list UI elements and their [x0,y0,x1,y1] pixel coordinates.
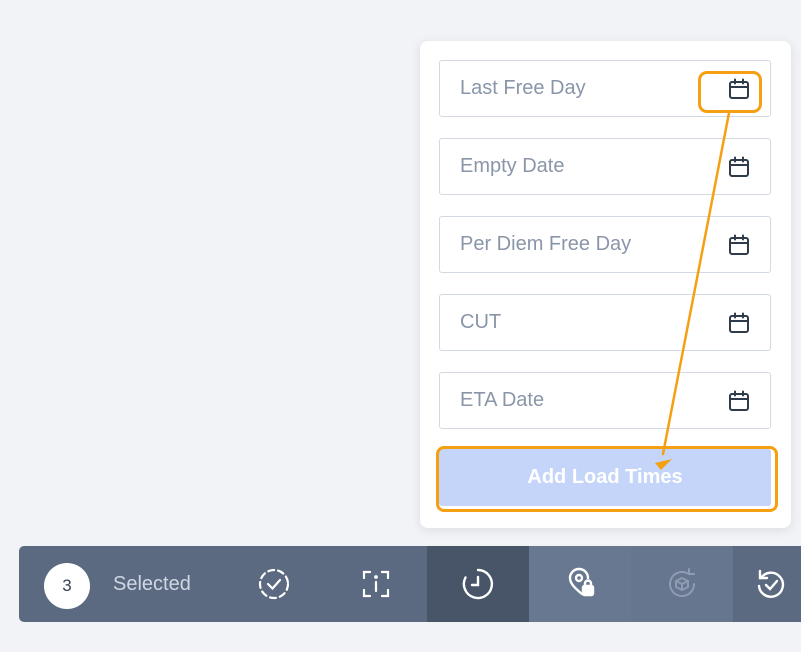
eta-date-field[interactable]: ETA Date [439,372,771,429]
location-lock-button[interactable] [529,546,631,622]
package-refresh-button[interactable] [631,546,733,622]
calendar-icon[interactable] [727,155,751,179]
per-diem-free-day-field[interactable]: Per Diem Free Day [439,216,771,273]
scan-info-icon [362,570,390,598]
load-times-button[interactable] [427,546,529,622]
field-placeholder: Last Free Day [460,77,586,99]
calendar-icon-highlight [698,71,762,113]
field-placeholder: CUT [460,311,502,333]
bulk-action-toolbar: 3 Selected [19,546,801,622]
field-placeholder: Empty Date [460,155,565,177]
clock-icon [462,568,494,600]
package-refresh-icon [669,568,695,597]
scan-info-button[interactable] [325,546,427,622]
selected-count-badge: 3 [44,563,90,609]
selected-label: Selected [113,573,191,595]
field-placeholder: ETA Date [460,389,545,411]
cut-field[interactable]: CUT [439,294,771,351]
location-lock-icon [568,567,595,597]
submit-button-highlight [436,446,778,512]
confirm-button[interactable] [223,546,325,622]
calendar-icon[interactable] [727,389,751,413]
undo-button[interactable] [733,546,801,622]
empty-date-field[interactable]: Empty Date [439,138,771,195]
rotate-check-icon [757,569,785,598]
check-circle-dashed-icon [258,568,290,600]
calendar-icon[interactable] [727,233,751,257]
field-placeholder: Per Diem Free Day [460,233,632,255]
calendar-icon[interactable] [727,311,751,335]
